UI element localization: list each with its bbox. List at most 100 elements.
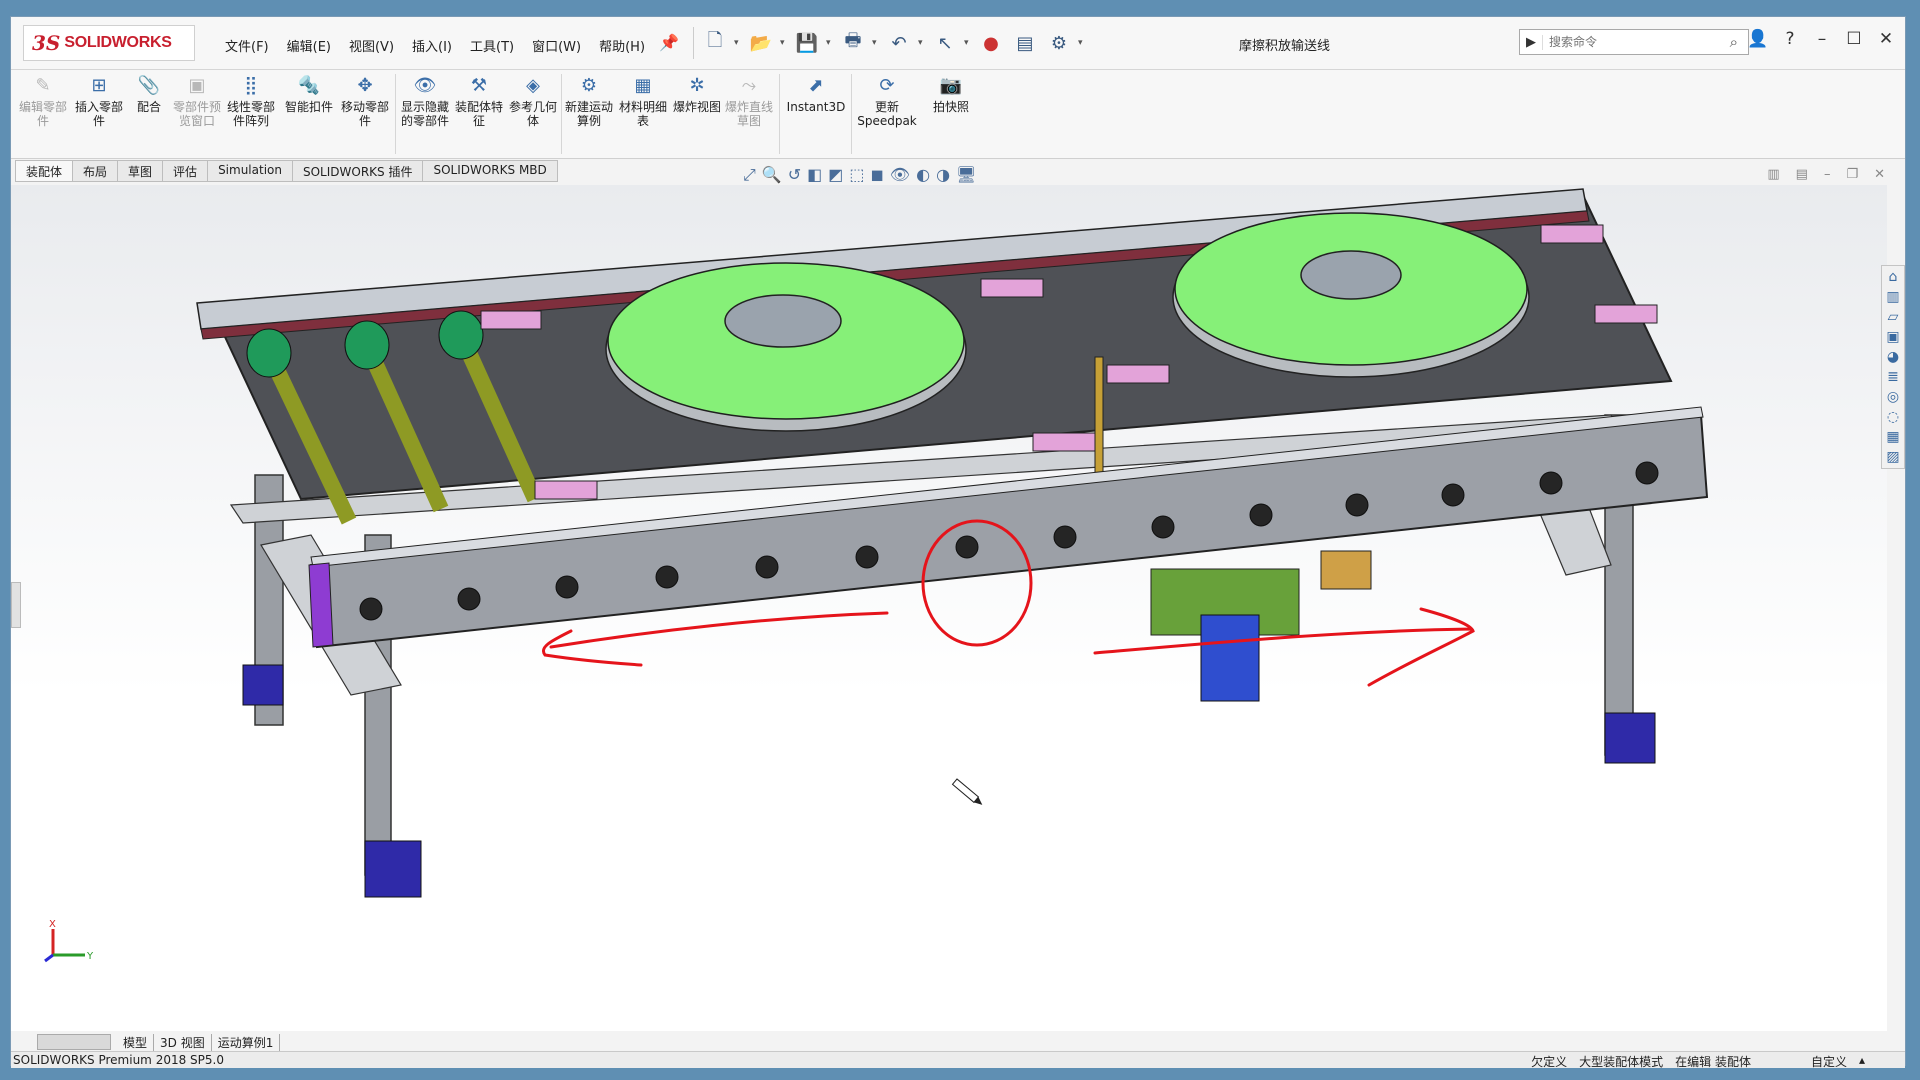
close-icon[interactable]: ✕ [1874,167,1885,182]
menu-edit[interactable]: 编辑(E) [279,34,339,57]
tab-evaluate[interactable]: 评估 [163,160,209,182]
component-preview-button[interactable]: ▣ 零部件预览窗口 [171,74,223,128]
home-icon[interactable]: ⌂ [1889,269,1898,285]
print-icon[interactable]: 🖶 [838,29,868,57]
chevron-down-icon[interactable]: ▾ [1078,38,1086,48]
search-icon[interactable]: ⌕ [1730,33,1738,51]
section-view-icon[interactable]: ◧ [807,165,822,185]
triad-x-label: X [49,919,56,930]
3d-content-icon[interactable]: ◌ [1887,409,1899,425]
menu-tools[interactable]: 工具(T) [462,34,522,57]
tab-simulation[interactable]: Simulation [208,160,293,182]
previous-view-icon[interactable]: ↺ [788,165,801,185]
file-properties-icon[interactable]: ▤ [1010,29,1040,57]
maximize-icon[interactable]: ☐ [1843,29,1865,49]
new-document-icon[interactable]: 🗋 [700,29,730,57]
solidworks-forum-icon[interactable]: ◎ [1887,389,1899,405]
update-speedpak-button[interactable]: ⟳ 更新 Speedpak [857,74,917,128]
search-input[interactable] [1543,34,1701,50]
chevron-down-icon[interactable]: ▾ [780,38,788,48]
status-under-defined: 欠定义 [1531,1055,1568,1069]
tab-motion-study[interactable]: 运动算例1 [212,1033,281,1051]
feature-manager-collapse-handle[interactable] [11,582,21,628]
insert-component-button[interactable]: ⊞ 插入零部件 [73,74,125,128]
tab-layout[interactable]: 布局 [73,160,119,182]
tab-model[interactable]: 模型 [117,1033,155,1051]
restore-icon[interactable]: ❐ [1846,167,1858,182]
mate-button[interactable]: 📎 配合 [123,74,175,114]
minimize-icon[interactable]: – [1811,29,1833,49]
tab-assembly[interactable]: 装配体 [15,160,74,182]
dynamic-annotation-icon[interactable]: ◩ [828,165,843,185]
edit-component-button[interactable]: ✎ 编辑零部件 [17,74,69,128]
traffic-light-icon[interactable]: ● [976,29,1006,57]
undo-icon[interactable]: ↶ [884,29,914,57]
hide-show-items-icon[interactable]: 👁 [890,165,910,185]
linear-pattern-button[interactable]: ⣿ 线性零部件阵列 [225,74,277,128]
view-settings-icon[interactable]: 🖥 [956,165,976,185]
chevron-down-icon[interactable]: ▾ [734,38,742,48]
tab-addins[interactable]: SOLIDWORKS 插件 [292,160,424,182]
graphics-area[interactable]: Y X [11,185,1887,1031]
menu-bar: 文件(F) 编辑(E) 视图(V) 插入(I) 工具(T) 窗口(W) 帮助(H… [217,34,653,57]
tab-sketch[interactable]: 草图 [118,160,164,182]
chevron-down-icon[interactable]: ▾ [964,38,972,48]
split-view-icon[interactable]: ▥ [1767,167,1779,182]
separator [779,74,780,154]
bom-button[interactable]: ▦ 材料明细表 [617,74,669,128]
chevron-up-icon[interactable]: ▴ [1859,1053,1865,1070]
design-library-icon[interactable]: ▥ [1886,289,1899,305]
options-gear-icon[interactable]: ⚙ [1044,29,1074,57]
apply-scene-icon[interactable]: ◑ [936,165,950,185]
custom-properties-icon[interactable]: ≣ [1887,369,1899,385]
assembly-features-button[interactable]: ⚒ 装配体特征 [453,74,505,128]
reference-geometry-button[interactable]: ◈ 参考几何体 [507,74,559,128]
zoom-to-fit-icon[interactable]: ⤢ [743,165,756,185]
close-icon[interactable]: ✕ [1875,29,1897,49]
menu-file[interactable]: 文件(F) [217,34,277,57]
units-custom-button[interactable]: 自定义 [1811,1053,1847,1070]
instant3d-button[interactable]: ⬈ Instant3D [785,74,847,114]
recorder-icon[interactable]: ▨ [1886,449,1899,465]
menu-help[interactable]: 帮助(H) [591,34,653,57]
tab-scroll-buttons[interactable] [37,1034,111,1050]
explode-line-sketch-button[interactable]: ⤳ 爆炸直线草图 [723,74,775,128]
chevron-down-icon[interactable]: ▾ [918,38,926,48]
snapshot-button[interactable]: 📷 拍快照 [925,74,977,114]
tab-mbd[interactable]: SOLIDWORKS MBD [423,160,558,182]
minimize-icon[interactable]: – [1824,167,1831,182]
save-icon[interactable]: 💾 [792,29,822,57]
display-style-icon[interactable]: ◼ [871,165,884,185]
tab-3d-views[interactable]: 3D 视图 [154,1033,212,1051]
camera-icon: 📷 [939,75,963,96]
pin-icon[interactable]: 📌 [659,33,679,52]
smart-fasteners-button[interactable]: 🔩 智能扣件 [283,74,335,114]
chevron-down-icon[interactable]: ▾ [872,38,880,48]
tile-view-icon[interactable]: ▤ [1796,167,1808,182]
appearances-icon[interactable]: ◕ [1887,349,1899,365]
menu-window[interactable]: 窗口(W) [524,34,589,57]
conveyor-assembly-model[interactable]: Y X [11,185,1887,1031]
menu-view[interactable]: 视图(V) [341,34,402,57]
view-palette-icon[interactable]: ▣ [1886,329,1899,345]
search-box[interactable]: ▶ ⌕ [1519,29,1749,55]
show-hidden-components-button[interactable]: 👁 显示隐藏的零部件 [399,74,451,128]
insert-component-icon: ⊞ [91,75,107,96]
chevron-down-icon[interactable]: ▾ [826,38,834,48]
help-icon[interactable]: ? [1779,29,1801,49]
user-icon[interactable]: 👤 [1747,29,1769,49]
view-orientation-icon[interactable]: ⬚ [849,165,864,185]
open-folder-icon[interactable]: 📂 [746,29,776,57]
move-component-button[interactable]: ✥ 移动零部件 [339,74,391,128]
toolbox-icon[interactable]: ▦ [1886,429,1899,445]
menu-insert[interactable]: 插入(I) [404,34,460,57]
file-explorer-icon[interactable]: ▱ [1888,309,1899,325]
new-motion-study-button[interactable]: ⚙ 新建运动算例 [563,74,615,128]
command-prompt-icon[interactable]: ▶ [1520,34,1543,50]
edit-appearance-icon[interactable]: ◐ [916,165,930,185]
exploded-view-button[interactable]: ✲ 爆炸视图 [671,74,723,114]
solidworks-logo[interactable]: 3S SOLIDWORKS [23,25,195,61]
zoom-to-area-icon[interactable]: 🔍 [762,165,782,185]
show-hidden-label: 显示隐藏的零部件 [400,100,449,128]
select-cursor-icon[interactable]: ↖ [930,29,960,57]
